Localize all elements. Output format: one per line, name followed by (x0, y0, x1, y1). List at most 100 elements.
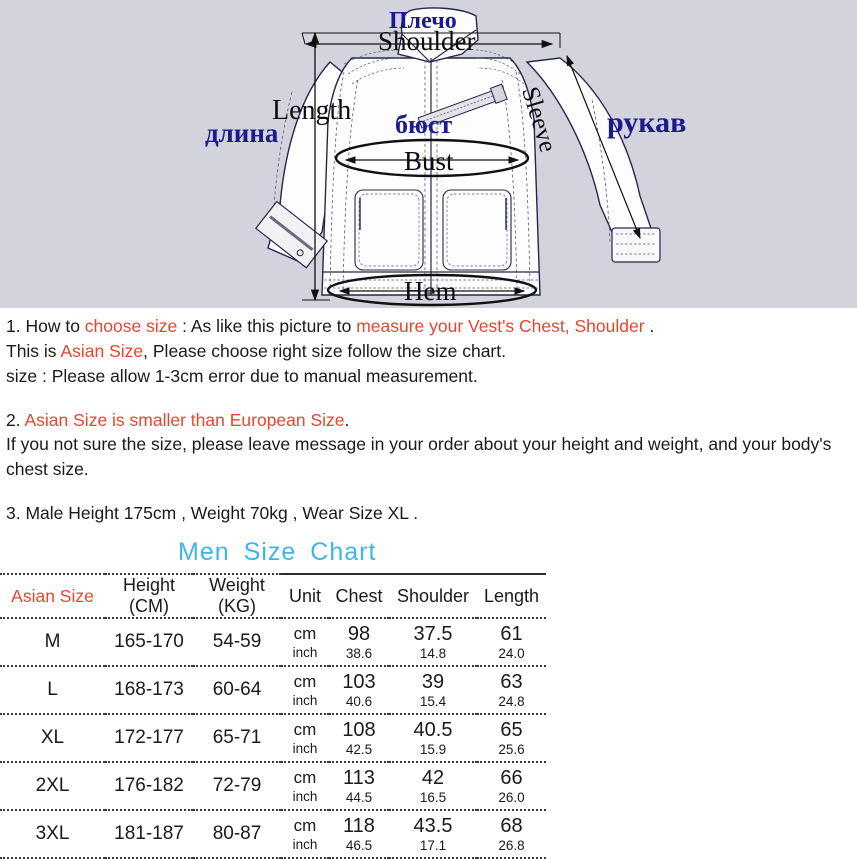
label-length-en: Length (272, 95, 352, 126)
header-height-line2: (CM) (129, 596, 169, 617)
cell-length-L-inch: 24.8 (498, 693, 525, 709)
label-hem-en: Hem (404, 276, 457, 306)
cell-unit-3XL-inch: inch (292, 836, 318, 852)
cell-unit-L: cm inch (281, 666, 329, 714)
cell-shoulder-2XL-inch: 16.5 (419, 789, 447, 805)
cell-unit-L-cm: cm (293, 672, 317, 692)
description-line-4: 2. Asian Size is smaller than European S… (6, 408, 851, 433)
cell-height-L: 168-173 (114, 679, 184, 701)
cell-chest-XL: 108 42.5 (329, 714, 389, 762)
cell-chest-L: 103 40.6 (329, 666, 389, 714)
cell-unit-M-cm: cm (293, 624, 317, 644)
cell-chest-M-inch: 38.6 (345, 645, 373, 661)
cell-shoulder-M: 37.5 14.8 (389, 618, 477, 666)
chart-title-word-3: Chart (310, 537, 377, 566)
cell-height-2XL: 176-182 (114, 775, 184, 797)
cell-unit-2XL: cm inch (281, 762, 329, 810)
header-weight-line1: Weight (209, 574, 265, 595)
desc2-part1: This is (6, 340, 61, 361)
cell-unit-XL-inch: inch (292, 740, 318, 756)
cell-weight-2XL: 72-79 (212, 775, 262, 797)
header-unit: Unit (281, 572, 329, 619)
cell-shoulder-L-cm: 39 (421, 671, 445, 694)
cell-unit-3XL-cm: cm (293, 816, 317, 836)
header-chest: Chest (329, 572, 389, 619)
table-row: 3XL 181-187 80-87 cm inch 118 46.5 43.5 17.1 68 26… (0, 810, 546, 859)
header-weight-line2: (KG) (218, 596, 256, 617)
cell-length-L: 63 24.8 (477, 666, 546, 714)
desc1-part2: : As like this picture to (177, 316, 357, 336)
cell-chest-3XL-inch: 46.5 (345, 837, 373, 853)
desc4-part1: 2. (6, 409, 25, 430)
size-guide-description: 1. How to choose size : As like this pic… (0, 308, 857, 526)
header-height-line1: Height (122, 574, 176, 595)
cell-length-M: 61 24.0 (477, 618, 546, 666)
cell-length-2XL-inch: 26.0 (498, 789, 525, 805)
cell-length-XL-cm: 65 (500, 719, 523, 742)
cell-chest-L-inch: 40.6 (345, 693, 373, 709)
cell-height-3XL: 181-187 (114, 823, 184, 845)
cell-length-XL: 65 25.6 (477, 714, 546, 762)
cell-chest-L-cm: 103 (342, 671, 376, 694)
size-chart-title: Men Size Chart (0, 538, 857, 567)
cell-length-M-inch: 24.0 (498, 645, 525, 661)
cell-length-3XL: 68 26.8 (477, 810, 546, 858)
desc1-highlight1: choose size (84, 316, 178, 336)
description-line-2: This is Asian Size, Please choose right … (6, 339, 851, 364)
label-length-ru: длина (205, 118, 279, 148)
table-header-row: Asian Size Height (CM) Weight (KG) Unit … (0, 572, 546, 619)
table-row: XL 172-177 65-71 cm inch 108 42.5 40.5 15.9 65 25.… (0, 714, 546, 762)
table-row: M 165-170 54-59 cm inch 98 38.6 37.5 14.8 61 24.0 (0, 618, 546, 666)
cell-weight-M: 54-59 (212, 631, 262, 653)
cell-unit-XL-cm: cm (293, 720, 317, 740)
cell-chest-XL-inch: 42.5 (345, 741, 373, 757)
desc4-part2: . (344, 409, 350, 430)
cell-length-M-cm: 61 (500, 623, 523, 646)
header-height: Height (CM) (105, 572, 193, 619)
paragraph-spacer-2 (6, 482, 851, 501)
desc2-highlight1: Asian Size (60, 340, 144, 361)
table-row: 2XL 176-182 72-79 cm inch 113 44.5 42 16.5 66 26.0 (0, 762, 546, 810)
cell-size-M: M (44, 631, 61, 653)
cell-size-3XL: 3XL (35, 823, 70, 845)
cell-unit-2XL-cm: cm (293, 768, 317, 788)
cell-shoulder-M-inch: 14.8 (419, 645, 447, 661)
cell-length-3XL-inch: 26.8 (498, 837, 525, 853)
cell-chest-2XL: 113 44.5 (329, 762, 389, 810)
cell-length-XL-inch: 25.6 (498, 741, 525, 757)
cell-chest-M: 98 38.6 (329, 618, 389, 666)
chart-title-word-1: Men (178, 537, 230, 566)
cell-unit-3XL: cm inch (281, 810, 329, 858)
desc2-part2: , Please choose right size follow the si… (143, 340, 506, 361)
cell-length-3XL-cm: 68 (500, 815, 523, 838)
cell-shoulder-L-inch: 15.4 (419, 693, 447, 709)
cell-shoulder-XL: 40.5 15.9 (389, 714, 477, 762)
header-length: Length (477, 572, 546, 619)
cell-shoulder-3XL: 43.5 17.1 (389, 810, 477, 858)
cell-unit-M-inch: inch (292, 644, 318, 660)
cell-size-XL: XL (40, 727, 65, 749)
header-shoulder: Shoulder (389, 572, 477, 619)
cell-unit-L-inch: inch (292, 692, 318, 708)
label-sleeve-ru: рукав (607, 106, 687, 139)
header-asian-size: Asian Size (0, 572, 105, 619)
table-header: Asian Size Height (CM) Weight (KG) Unit … (0, 572, 546, 619)
cell-weight-3XL: 80-87 (212, 823, 262, 845)
label-shoulder-en: Shoulder (378, 26, 476, 56)
cell-shoulder-3XL-cm: 43.5 (413, 815, 453, 838)
desc1-part1: 1. How to (6, 316, 85, 336)
cell-unit-2XL-inch: inch (292, 788, 318, 804)
cell-chest-3XL-cm: 118 (343, 815, 375, 838)
cell-unit-XL: cm inch (281, 714, 329, 762)
cell-weight-XL: 65-71 (212, 727, 262, 749)
description-line-5: If you not sure the size, please leave m… (6, 434, 832, 480)
cell-length-2XL: 66 26.0 (477, 762, 546, 810)
cell-size-2XL: 2XL (35, 775, 70, 797)
table-body: M 165-170 54-59 cm inch 98 38.6 37.5 14.8 61 24.0 L… (0, 618, 546, 859)
cell-weight-L: 60-64 (212, 679, 262, 701)
men-size-chart-table: Asian Size Height (CM) Weight (KG) Unit … (0, 572, 546, 859)
cell-unit-M: cm inch (281, 618, 329, 666)
paragraph-spacer-1 (6, 389, 851, 408)
desc4-highlight1: Asian Size is smaller than European Size (24, 409, 345, 430)
cell-shoulder-2XL-cm: 42 (421, 767, 445, 790)
